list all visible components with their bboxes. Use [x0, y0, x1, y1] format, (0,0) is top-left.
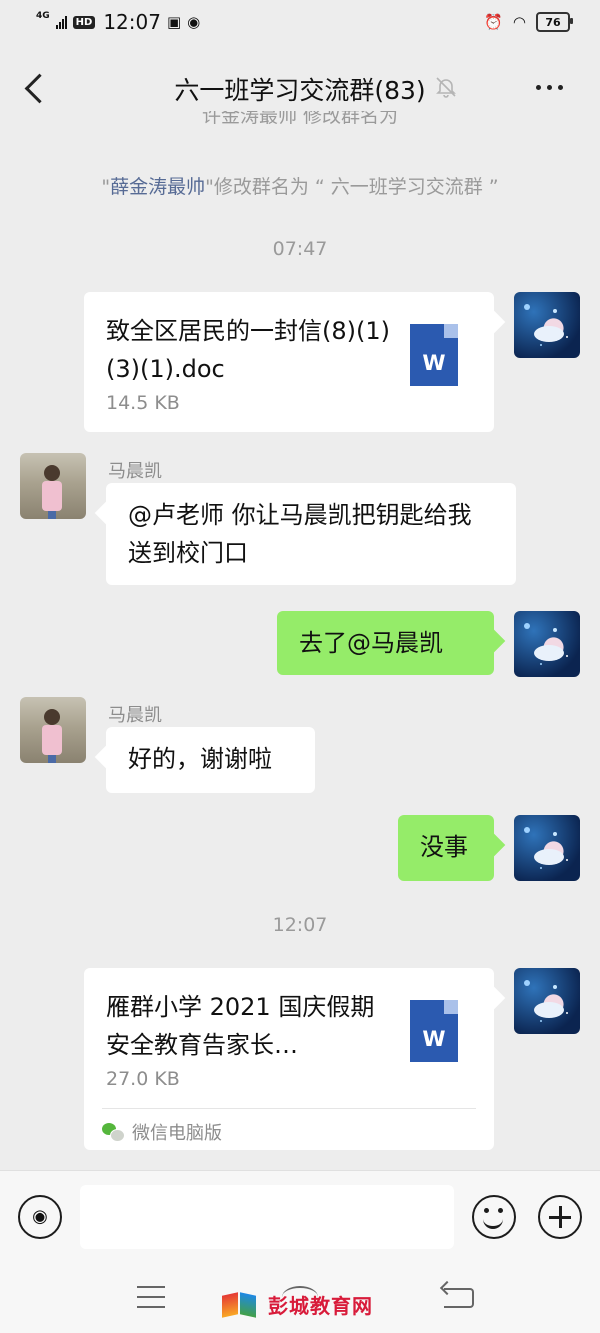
timestamp: 12:07	[272, 914, 328, 936]
book-logo-icon	[220, 1288, 260, 1320]
system-message-cut: 许金涛最帅 修改群名为	[201, 111, 399, 127]
weibo-icon: ◉	[187, 13, 201, 31]
file-message[interactable]: 致全区居民的一封信(8)(1)(3)(1).doc 14.5 KB W	[84, 292, 494, 432]
status-bar: 4G HD 12:07 ▣ ◉ ⏰ ◠ 76	[0, 0, 600, 50]
taobao-icon: ▣	[166, 13, 182, 31]
nav-back-button[interactable]	[444, 1288, 474, 1308]
hd-badge: HD	[72, 15, 96, 29]
chat-title: 六一班学习交流群(83)	[174, 76, 426, 105]
system-message: "薛金涛最帅"修改群名为 “ 六一班学习交流群 ”	[101, 176, 499, 198]
my-text-message[interactable]: 没事	[398, 815, 494, 881]
file-size: 14.5 KB	[106, 392, 180, 414]
file-size: 27.0 KB	[106, 1068, 180, 1090]
text-message[interactable]: 好的，谢谢啦	[106, 727, 315, 793]
battery-level: 76	[545, 15, 561, 29]
watermark: 彭城教育网	[220, 1288, 373, 1320]
my-avatar[interactable]	[514, 815, 580, 881]
emoji-button[interactable]	[472, 1195, 516, 1239]
message-input[interactable]	[80, 1185, 454, 1249]
sender-name: 马晨凯	[108, 705, 162, 726]
more-options-button[interactable]	[536, 85, 563, 90]
system-message-name[interactable]: 薛金涛最帅	[110, 176, 205, 198]
my-avatar[interactable]	[514, 968, 580, 1034]
wechat-pc-icon	[102, 1123, 125, 1142]
file-message[interactable]: 雁群小学 2021 国庆假期安全教育告家长… 27.0 KB W 微信电脑版	[84, 968, 494, 1150]
wifi-icon: ◠	[512, 13, 526, 31]
file-name: 雁群小学 2021 国庆假期安全教育告家长…	[106, 993, 375, 1059]
voice-input-button[interactable]: ◉	[18, 1195, 62, 1239]
sender-avatar[interactable]	[20, 453, 86, 519]
my-text-message[interactable]: 去了@马晨凯	[277, 611, 494, 675]
battery-icon: 76	[536, 12, 573, 32]
sender-name: 马晨凯	[108, 461, 162, 482]
network-type: 4G	[36, 10, 50, 21]
file-source-label: 微信电脑版	[132, 1123, 222, 1144]
file-name: 致全区居民的一封信(8)(1)(3)(1).doc	[106, 317, 390, 383]
word-doc-icon: W	[410, 324, 458, 386]
mute-bell-icon	[436, 77, 456, 98]
text-message[interactable]: @卢老师 你让马晨凯把钥匙给我送到校门口	[106, 483, 516, 585]
input-bar: ◉	[0, 1170, 600, 1267]
signal-icon	[55, 15, 67, 29]
my-avatar[interactable]	[514, 292, 580, 358]
my-avatar[interactable]	[514, 611, 580, 677]
watermark-text: 彭城教育网	[268, 1293, 373, 1318]
timestamp: 07:47	[272, 238, 328, 260]
sender-avatar[interactable]	[20, 697, 86, 763]
file-source: 微信电脑版	[102, 1108, 476, 1145]
more-actions-button[interactable]	[538, 1195, 582, 1239]
alarm-icon: ⏰	[484, 13, 503, 31]
status-time: 12:07	[103, 10, 161, 34]
nav-menu-button[interactable]	[137, 1286, 165, 1308]
word-doc-icon: W	[410, 1000, 458, 1062]
